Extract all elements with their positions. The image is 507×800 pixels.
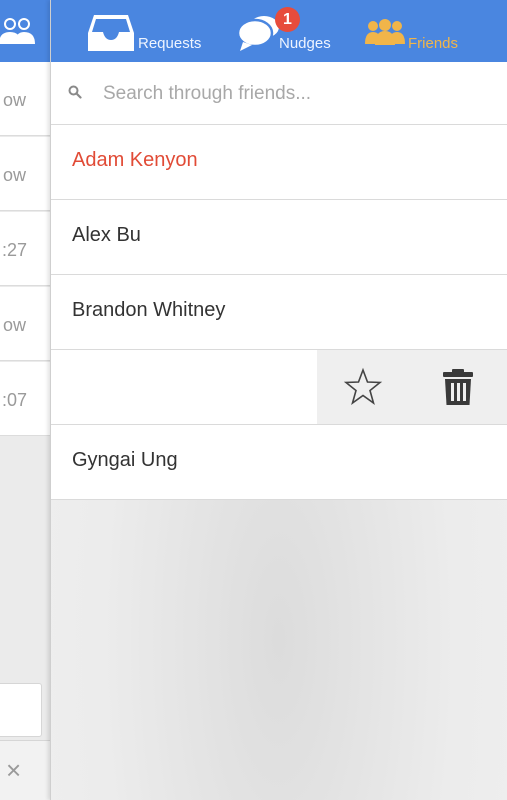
friends-icon: [365, 19, 405, 45]
friend-name: Gyngai Ung: [72, 449, 178, 471]
star-icon[interactable]: [343, 367, 383, 407]
row-time: ow: [2, 90, 26, 110]
tab-nudges[interactable]: 1 Nudges: [237, 0, 347, 62]
friend-row-swiped[interactable]: [51, 350, 507, 425]
friend-row[interactable]: Brandon Whitney: [51, 275, 507, 350]
message-input[interactable]: [0, 683, 42, 737]
friend-row[interactable]: Adam Kenyon: [51, 125, 507, 200]
friend-row[interactable]: Gyngai Ung: [51, 425, 507, 500]
background-header: [0, 0, 50, 62]
background-panel: ow ow :27 ow :07 ×: [0, 0, 50, 800]
row-time: ow: [2, 315, 26, 335]
tab-label: Friends: [408, 35, 459, 52]
friends-panel: Requests 1 Nudges Friends Search through…: [50, 0, 507, 800]
search-input[interactable]: [103, 79, 483, 109]
inbox-icon: [88, 15, 134, 51]
friend-name: Adam Kenyon: [72, 149, 198, 171]
background-row[interactable]: ow: [0, 62, 50, 136]
tab-requests[interactable]: Requests: [87, 0, 227, 62]
row-actions: [317, 350, 507, 424]
friend-name: Alex Bu: [72, 224, 141, 246]
background-footer: ×: [0, 740, 50, 800]
friend-row[interactable]: Alex Bu: [51, 200, 507, 275]
tab-label: Requests: [138, 35, 202, 52]
nav-bar: Requests 1 Nudges Friends: [51, 0, 507, 62]
notification-badge: 1: [275, 7, 300, 32]
friends-icon: [0, 18, 35, 44]
background-row[interactable]: ow: [0, 287, 50, 361]
background-row[interactable]: ow: [0, 137, 50, 211]
background-row[interactable]: :07: [0, 362, 50, 436]
friend-name: Brandon Whitney: [72, 299, 226, 321]
search-icon: [68, 85, 82, 99]
row-time: :27: [1, 240, 27, 260]
tab-friends[interactable]: Friends: [363, 0, 483, 62]
tab-label: Nudges: [279, 35, 331, 52]
search-bar: [51, 62, 507, 125]
background-row[interactable]: :27: [0, 212, 50, 286]
row-time: :07: [1, 390, 27, 410]
row-time: ow: [2, 165, 26, 185]
close-icon[interactable]: ×: [6, 757, 21, 783]
trash-icon[interactable]: [440, 368, 476, 406]
